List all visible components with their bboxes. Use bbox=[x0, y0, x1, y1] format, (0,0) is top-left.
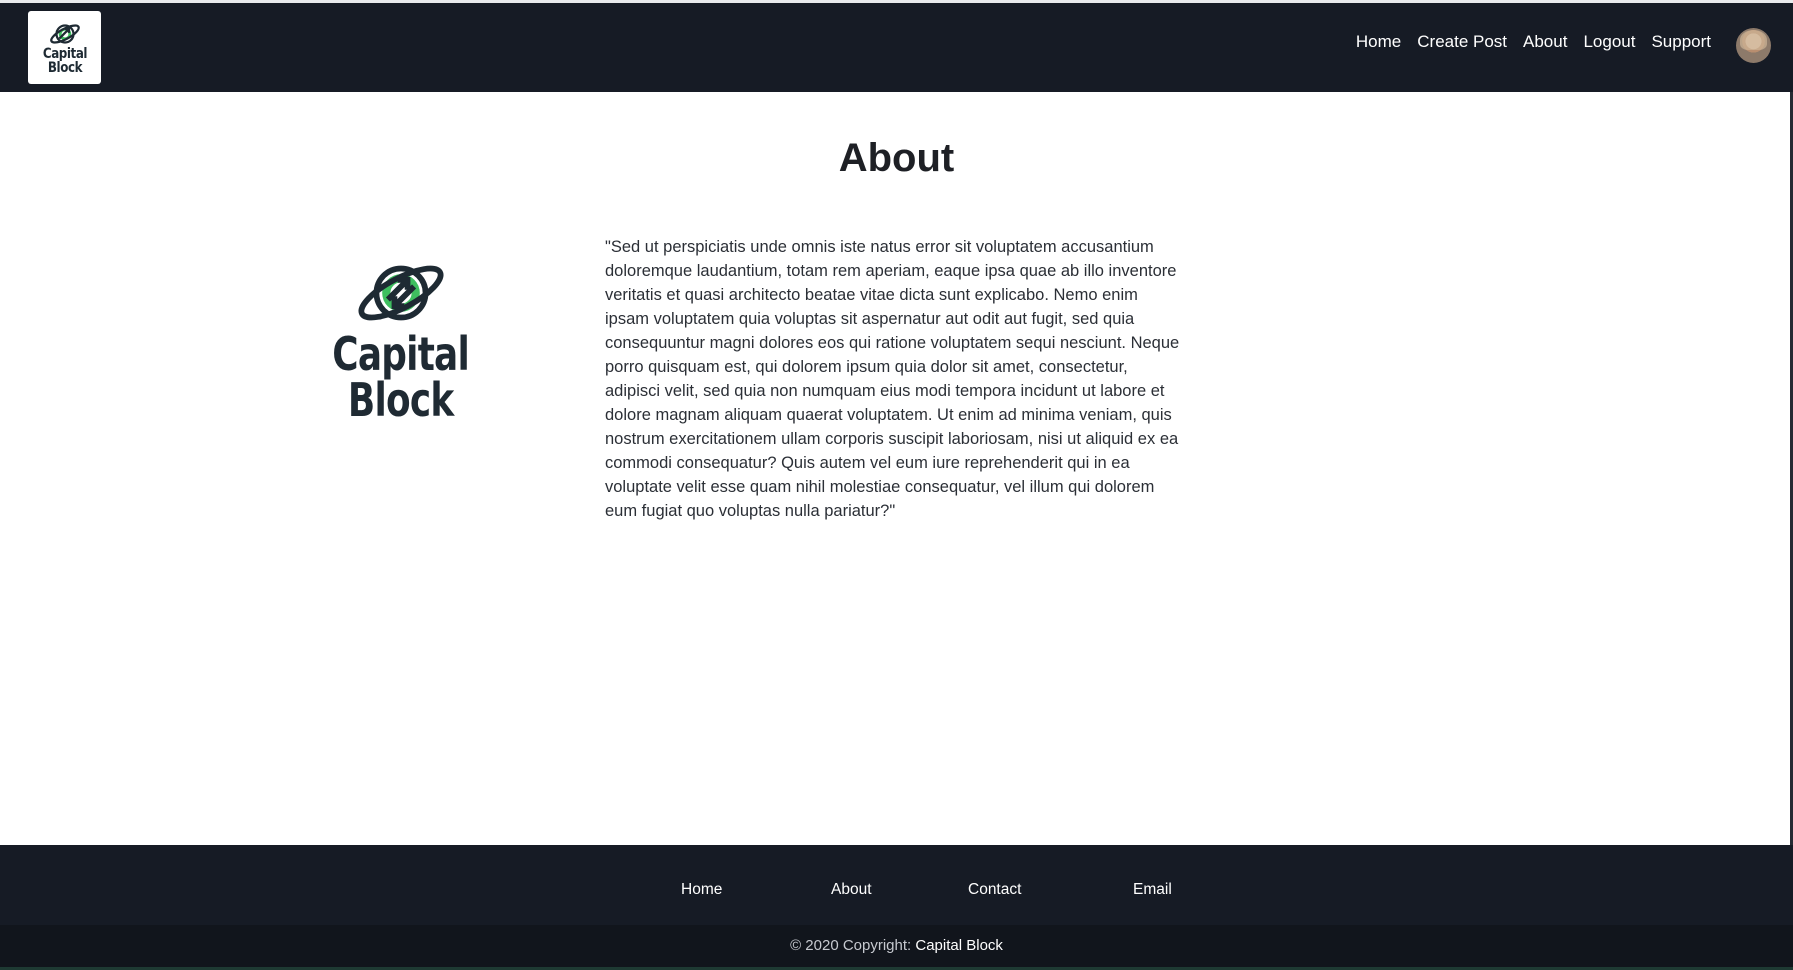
navbar-logo[interactable]: Capital Block bbox=[28, 11, 101, 84]
planet-logo-icon bbox=[49, 23, 80, 44]
about-logo-text: Capital Block bbox=[332, 327, 471, 427]
about-logo: Capital Block bbox=[333, 257, 470, 432]
main-content: About Capital Block "Sed ut perspiciatis… bbox=[0, 92, 1793, 845]
page-title: About bbox=[838, 136, 955, 180]
nav-home-link[interactable]: Home bbox=[1348, 32, 1409, 52]
footer-about-link[interactable]: About bbox=[831, 881, 872, 899]
about-logo-line2: Block bbox=[348, 373, 454, 427]
user-avatar[interactable] bbox=[1736, 28, 1771, 63]
copyright-text: © 2020 Copyright: bbox=[790, 937, 916, 954]
nav-links: Home Create Post About Logout Support bbox=[1348, 3, 1719, 81]
navbar-logo-line1: Capital bbox=[42, 45, 87, 62]
nav-about-link[interactable]: About bbox=[1515, 32, 1575, 52]
footer-email-link[interactable]: Email bbox=[1133, 881, 1172, 899]
navbar-logo-line2: Block bbox=[47, 59, 82, 76]
planet-logo-large-icon bbox=[358, 265, 444, 321]
footer-home-link[interactable]: Home bbox=[681, 881, 722, 899]
about-logo-line1: Capital bbox=[332, 327, 471, 381]
copyright-brand-link[interactable]: Capital Block bbox=[915, 937, 1003, 954]
app-root: Capital Block Home Create Post About Log… bbox=[0, 0, 1793, 970]
navbar-logo-text: Capital Block bbox=[42, 45, 87, 76]
nav-logout-link[interactable]: Logout bbox=[1575, 32, 1643, 52]
copyright-bar: © 2020 Copyright: Capital Block bbox=[0, 925, 1793, 970]
footer: Home About Contact Email bbox=[0, 845, 1793, 925]
footer-contact-link[interactable]: Contact bbox=[968, 881, 1021, 899]
avatar-hair bbox=[1740, 30, 1767, 50]
nav-support-link[interactable]: Support bbox=[1643, 32, 1719, 52]
about-paragraph: "Sed ut perspiciatis unde omnis iste nat… bbox=[605, 238, 1180, 520]
nav-create-post-link[interactable]: Create Post bbox=[1409, 32, 1515, 52]
navbar: Capital Block Home Create Post About Log… bbox=[0, 3, 1793, 92]
